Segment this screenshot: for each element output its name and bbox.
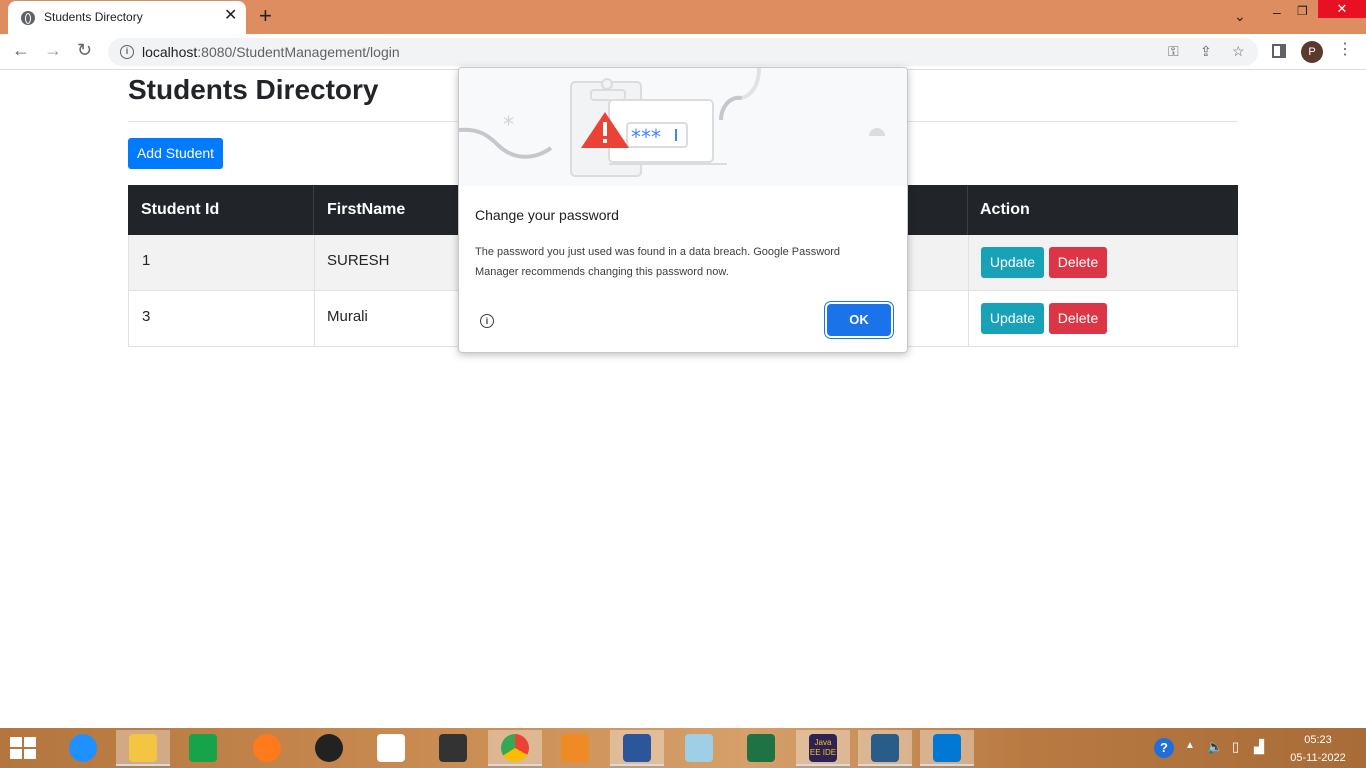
password-breach-dialog: * *** Change your password The password … xyxy=(458,67,908,353)
clock-date[interactable]: 05-11-2022 xyxy=(1288,752,1348,764)
tray-chevron-icon[interactable]: ▲ xyxy=(1185,740,1195,751)
notepad-icon[interactable] xyxy=(672,730,726,766)
page-title: Students Directory xyxy=(128,74,379,105)
browser-toolbar: ← → ↻ i localhost:8080/StudentManagement… xyxy=(0,34,1366,70)
word-icon[interactable] xyxy=(610,730,664,766)
site-info-icon[interactable]: i xyxy=(120,45,134,59)
column-divider xyxy=(314,235,315,291)
side-panel-icon[interactable] xyxy=(1272,44,1286,58)
chrome-icon[interactable] xyxy=(488,730,542,766)
minimize-icon[interactable]: – xyxy=(1273,4,1281,20)
dropbox-icon[interactable] xyxy=(364,730,418,766)
cell-student-id: 1 xyxy=(142,252,151,269)
firefox-icon[interactable] xyxy=(240,730,294,766)
mysql-icon[interactable] xyxy=(858,730,912,766)
url-text: localhost:8080/StudentManagement/login xyxy=(142,44,400,60)
file-explorer-icon[interactable] xyxy=(116,730,170,766)
vscode-icon[interactable] xyxy=(920,730,974,766)
media-player-icon[interactable] xyxy=(302,730,356,766)
header-action: Action xyxy=(980,201,1030,218)
masked-password: *** xyxy=(631,125,661,149)
back-icon[interactable]: ← xyxy=(12,41,30,59)
menu-kebab-icon[interactable]: ⋮ xyxy=(1337,42,1353,58)
cell-student-id: 3 xyxy=(142,308,151,325)
clock-time[interactable]: 05:23 xyxy=(1288,734,1348,746)
java-ee-ide-icon[interactable]: Java EE IDE xyxy=(796,730,850,766)
help-icon[interactable]: ? xyxy=(1154,738,1174,758)
window-close-button[interactable]: ✕ xyxy=(1318,0,1366,18)
internet-explorer-icon[interactable] xyxy=(56,730,110,766)
column-divider xyxy=(314,291,315,347)
restore-icon[interactable]: ❐ xyxy=(1297,4,1308,18)
add-student-button[interactable]: Add Student xyxy=(128,138,223,169)
cell-firstname: Murali xyxy=(327,308,368,325)
tab-title: Students Directory xyxy=(44,10,143,24)
bookmark-star-icon[interactable]: ☆ xyxy=(1232,43,1245,60)
new-tab-icon[interactable]: + xyxy=(259,5,272,27)
column-divider xyxy=(968,235,969,291)
cell-firstname: SURESH xyxy=(327,252,390,269)
dialog-message: The password you just used was found in … xyxy=(475,246,841,278)
battery-icon[interactable]: ▯ xyxy=(1232,739,1239,755)
update-button[interactable]: Update xyxy=(981,303,1044,334)
app-launcher-icon[interactable] xyxy=(426,730,480,766)
forward-icon[interactable]: → xyxy=(44,41,62,59)
tab-search-icon[interactable]: ⌄ xyxy=(1234,8,1246,25)
header-firstname: FirstName xyxy=(327,201,406,218)
ok-button[interactable]: OK xyxy=(827,304,891,336)
delete-button[interactable]: Delete xyxy=(1049,247,1107,278)
info-icon[interactable]: i xyxy=(480,314,494,328)
password-warning-illustration: * *** xyxy=(459,68,885,177)
dialog-illustration: * *** xyxy=(459,68,907,186)
volume-icon[interactable]: 🔈 xyxy=(1207,739,1223,755)
store-icon[interactable] xyxy=(176,730,230,766)
column-divider xyxy=(968,291,969,347)
close-tab-icon[interactable]: ✕ xyxy=(224,8,237,24)
share-icon[interactable]: ⇪ xyxy=(1200,43,1212,60)
column-divider xyxy=(967,185,968,235)
dialog-title: Change your password xyxy=(475,207,619,223)
address-bar[interactable]: i localhost:8080/StudentManagement/login… xyxy=(108,38,1258,66)
network-icon[interactable]: ▟ xyxy=(1254,739,1264,755)
profile-avatar[interactable]: P xyxy=(1301,41,1323,63)
svg-text:*: * xyxy=(503,113,514,138)
reload-icon[interactable]: ↻ xyxy=(77,41,92,59)
column-divider xyxy=(313,185,314,235)
excel-icon[interactable] xyxy=(734,730,788,766)
browser-tab[interactable]: Students Directory ✕ xyxy=(8,1,246,34)
update-button[interactable]: Update xyxy=(981,247,1044,278)
taskbar: Java EE IDE ? ▲ 🔈 ▯ ▟ 05:23 05-11-2022 xyxy=(0,728,1366,768)
key-icon[interactable]: ⚿ xyxy=(1168,43,1179,60)
header-student-id: Student Id xyxy=(141,201,220,218)
vlc-icon[interactable] xyxy=(548,730,602,766)
delete-button[interactable]: Delete xyxy=(1049,303,1107,334)
windows-start-icon[interactable] xyxy=(10,737,38,759)
browser-tab-bar: Students Directory ✕ + ⌄ – ❐ ✕ xyxy=(0,0,1366,34)
globe-icon xyxy=(21,11,35,25)
